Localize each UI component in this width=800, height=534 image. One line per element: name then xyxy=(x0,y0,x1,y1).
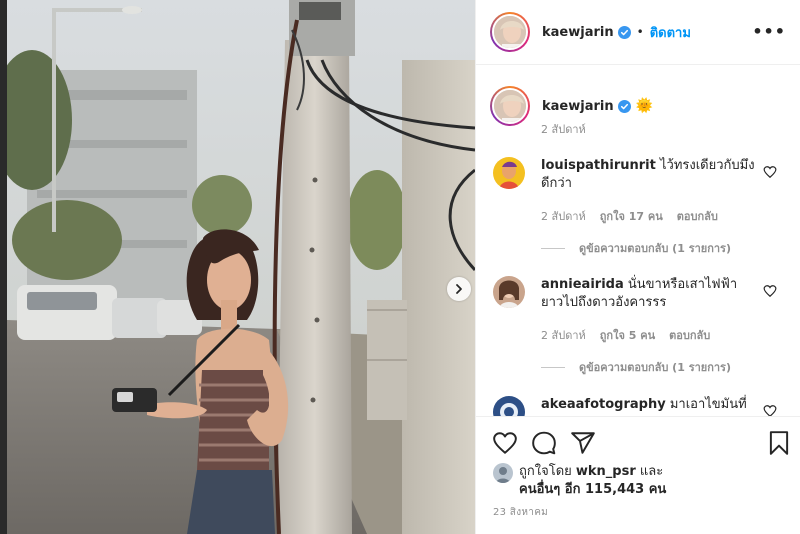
liker-username[interactable]: wkn_psr xyxy=(576,464,636,479)
post-detail-panel: kaewjarin • ติดตาม ••• kaewjarin 🌞 2 สัป… xyxy=(475,0,800,534)
comment-time: 2 สัปดาห์ xyxy=(541,210,586,223)
comment-like-heart-icon[interactable] xyxy=(763,284,777,298)
verified-badge-icon xyxy=(617,25,631,39)
share-send-icon[interactable] xyxy=(570,430,596,456)
chevron-right-icon xyxy=(456,284,462,294)
reply-button[interactable]: ตอบกลับ xyxy=(669,326,710,344)
liker-avatar-image xyxy=(493,463,513,483)
comment-avatar[interactable] xyxy=(493,157,525,189)
comment-avatar[interactable] xyxy=(493,396,525,416)
comment-username[interactable]: akeaafotography xyxy=(541,397,666,412)
caption-avatar[interactable] xyxy=(490,86,530,126)
left-edge-strip xyxy=(0,0,7,534)
caption-username[interactable]: kaewjarin xyxy=(542,99,614,114)
comment-meta: 2 สัปดาห์ ถูกใจ 5 คน ตอบกลับ xyxy=(541,326,710,344)
comment-time: 2 สัปดาห์ xyxy=(541,329,586,342)
comment-text: akeaafotography มาเอาไขมันที่แอ xyxy=(541,396,759,416)
like-heart-icon[interactable] xyxy=(492,430,518,456)
likes-text: ถูกใจโดย wkn_psr และ คนอื่นๆ อีก 115,443… xyxy=(519,463,666,499)
author-avatar-image xyxy=(494,16,526,48)
post-photo[interactable] xyxy=(7,0,475,534)
comment-avatar-image xyxy=(493,157,525,189)
bookmark-icon[interactable] xyxy=(766,430,792,456)
next-photo-button[interactable] xyxy=(447,277,471,301)
comment-bubble-icon[interactable] xyxy=(531,430,557,456)
comment-text: annieairida นั่นขาหรือเสาไฟฟ้า ยาวไปถึงด… xyxy=(541,276,759,312)
author-avatar[interactable] xyxy=(490,12,530,52)
post-actions-bar xyxy=(476,416,800,466)
comment-avatar-image xyxy=(493,276,525,308)
comment-username[interactable]: louispathirunrit xyxy=(541,158,656,173)
comment-avatar-image xyxy=(493,396,525,416)
likes-summary: ถูกใจโดย wkn_psr และ คนอื่นๆ อีก 115,443… xyxy=(493,463,666,499)
view-replies-label: ดูข้อความตอบกลับ (1 รายการ) xyxy=(579,361,731,374)
comment-like-heart-icon[interactable] xyxy=(763,165,777,179)
comment-meta: 2 สัปดาห์ ถูกใจ 17 คน ตอบกลับ xyxy=(541,207,718,225)
view-replies-line xyxy=(541,366,565,368)
comments-list[interactable]: kaewjarin 🌞 2 สัปดาห์ louispathirunrit ไ… xyxy=(476,66,800,416)
comment-likes-count[interactable]: ถูกใจ 5 คน xyxy=(600,326,655,344)
liker-avatar[interactable] xyxy=(493,463,513,483)
view-replies-button[interactable]: ดูข้อความตอบกลับ (1 รายการ) xyxy=(541,239,731,257)
likes-others-count[interactable]: คนอื่นๆ อีก 115,443 คน xyxy=(519,482,666,497)
comment-like-heart-icon[interactable] xyxy=(763,404,777,416)
view-replies-label: ดูข้อความตอบกลับ (1 รายการ) xyxy=(579,242,731,255)
view-replies-button[interactable]: ดูข้อความตอบกลับ (1 รายการ) xyxy=(541,358,731,376)
comment-username[interactable]: annieairida xyxy=(541,277,624,292)
caption-avatar-image xyxy=(494,90,526,122)
verified-badge-icon xyxy=(617,99,631,113)
likes-prefix: ถูกใจโดย xyxy=(519,464,572,479)
post-photo-image xyxy=(7,0,475,534)
view-replies-line xyxy=(541,247,565,249)
post-date[interactable]: 23 สิงหาคม xyxy=(493,505,548,520)
comment-likes-count[interactable]: ถูกใจ 17 คน xyxy=(600,207,663,225)
caption-emoji: 🌞 xyxy=(635,98,654,114)
author-username[interactable]: kaewjarin xyxy=(542,25,614,40)
likes-and: และ xyxy=(639,464,664,479)
post-header: kaewjarin • ติดตาม ••• xyxy=(476,0,800,65)
follow-button[interactable]: ติดตาม xyxy=(650,22,691,43)
caption-time: 2 สัปดาห์ xyxy=(541,123,586,136)
comment-avatar[interactable] xyxy=(493,276,525,308)
reply-button[interactable]: ตอบกลับ xyxy=(677,207,718,225)
more-options-icon[interactable]: ••• xyxy=(752,22,786,41)
header-separator: • xyxy=(636,25,644,39)
comment-text: louispathirunrit ไว้ทรงเดียวกับมึงดีกว่า xyxy=(541,157,759,193)
